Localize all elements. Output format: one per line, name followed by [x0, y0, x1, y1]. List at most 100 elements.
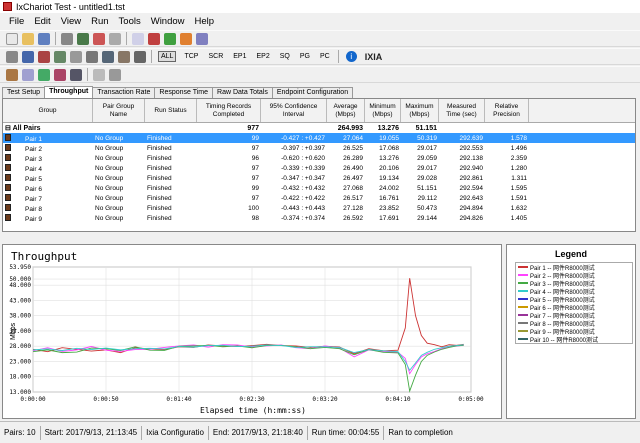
cell-group: No Group — [95, 184, 124, 192]
col-maximum[interactable]: Maximum (Mbps) — [401, 99, 439, 122]
add-pair-icon[interactable] — [22, 50, 34, 63]
cell-group: No Group — [95, 134, 124, 142]
stop-icon[interactable] — [93, 32, 105, 45]
cut-icon[interactable] — [148, 32, 160, 45]
y-tick-label: 53.950 — [9, 264, 31, 271]
chart-icon[interactable] — [118, 50, 130, 63]
tab-endpoint-config[interactable]: Endpoint Configuration — [271, 87, 354, 98]
run-icon[interactable] — [77, 32, 89, 45]
table-row[interactable]: Pair 7 No Group Finished 97 -0.422 : +0.422 2… — [3, 193, 635, 203]
legend-swatch — [518, 314, 528, 316]
legend-swatch — [518, 266, 528, 268]
new-icon[interactable] — [6, 32, 18, 45]
all-pairs-text: All Pairs — [12, 125, 41, 132]
group-icon[interactable] — [70, 50, 82, 63]
legend-swatch — [518, 338, 528, 340]
cell-time: 294.894 — [459, 204, 484, 212]
col-records[interactable]: Timing Records Completed — [197, 99, 261, 122]
cell-status: Finished — [147, 184, 172, 192]
print-icon[interactable] — [61, 32, 73, 45]
menu-view[interactable]: View — [56, 16, 86, 27]
save-icon[interactable] — [38, 32, 50, 45]
tab-test-setup[interactable]: Test Setup — [2, 87, 46, 98]
tab-transaction-rate[interactable]: Transaction Rate — [92, 87, 156, 98]
table-row[interactable]: Pair 5 No Group Finished 97 -0.347 : +0.347 2… — [3, 173, 635, 183]
cell-ci: -0.374 : +0.374 — [281, 214, 325, 222]
col-measured-time[interactable]: Measured Time (sec) — [439, 99, 485, 122]
protocol-ep2-button[interactable]: EP2 — [254, 52, 271, 61]
col-minimum[interactable]: Minimum (Mbps) — [365, 99, 401, 122]
menu-window[interactable]: Window — [146, 16, 190, 27]
zoom-icon[interactable] — [109, 68, 121, 81]
pair-icon[interactable] — [6, 50, 18, 63]
cell-prec: 2.359 — [510, 154, 527, 162]
tab-raw-data-totals[interactable]: Raw Data Totals — [212, 87, 273, 98]
col-pair-group[interactable]: Pair Group Name — [93, 99, 145, 122]
cell-group: No Group — [95, 204, 124, 212]
table-row[interactable]: Pair 3 No Group Finished 96 -0.620 : +0.620 2… — [3, 153, 635, 163]
all-pairs-row[interactable]: ⊟ All Pairs 977 264.993 13.276 51.151 — [3, 123, 635, 133]
table-row[interactable]: Pair 2 No Group Finished 97 -0.397 : +0.397 2… — [3, 143, 635, 153]
tab-throughput[interactable]: Throughput — [44, 86, 94, 98]
options-icon[interactable] — [134, 50, 146, 63]
protocol-scr-button[interactable]: SCR — [206, 52, 225, 61]
cell-pair: Pair 7 — [3, 193, 93, 203]
cell-time: 292.553 — [459, 144, 484, 152]
protocol-pc-button[interactable]: PC — [318, 52, 332, 61]
config-icon[interactable] — [70, 68, 82, 81]
cell-records: 98 — [251, 214, 259, 222]
col-precision[interactable]: Relative Precision — [485, 99, 529, 122]
abort-icon[interactable] — [109, 32, 121, 45]
step-icon[interactable] — [22, 68, 34, 81]
cell-pair: Pair 6 — [3, 183, 93, 193]
legend-swatch — [518, 282, 528, 284]
table-row[interactable]: Pair 6 No Group Finished 99 -0.432 : +0.432 2… — [3, 183, 635, 193]
delete-icon[interactable] — [180, 32, 192, 45]
paste-icon[interactable] — [164, 32, 176, 45]
find-icon[interactable] — [196, 32, 208, 45]
menu-run[interactable]: Run — [86, 16, 113, 27]
protocol-tcp-button[interactable]: TCP — [182, 52, 200, 61]
protocol-sq-button[interactable]: SQ — [278, 52, 292, 61]
table-row[interactable]: Pair 1 No Group Finished 99 -0.427 : +0.427 2… — [3, 133, 635, 143]
separator — [55, 32, 56, 45]
protocol-all-button[interactable]: ALL — [158, 51, 177, 62]
sort-icon[interactable] — [86, 50, 98, 63]
protocol-ep1-button[interactable]: EP1 — [231, 52, 248, 61]
info-icon[interactable]: i — [345, 51, 357, 62]
table-row[interactable]: Pair 9 No Group Finished 98 -0.374 : +0.374 2… — [3, 213, 635, 223]
cell-records: 99 — [251, 184, 259, 192]
cell-prec: 1.578 — [510, 134, 527, 142]
protocol-pg-button[interactable]: PG — [298, 52, 312, 61]
multicast-icon[interactable] — [38, 50, 50, 63]
view-icon[interactable] — [93, 68, 105, 81]
table-row[interactable]: Pair 8 No Group Finished 100 -0.443 : +0.443… — [3, 203, 635, 213]
table-row[interactable]: Pair 4 No Group Finished 97 -0.339 : +0.339 2… — [3, 163, 635, 173]
menu-tools[interactable]: Tools — [114, 16, 146, 27]
refresh-icon[interactable] — [38, 68, 50, 81]
cell-prec: 1.405 — [510, 214, 527, 222]
legend-item[interactable]: Pair 10 -- 网件R8000测试 — [516, 335, 632, 344]
status-bar: Pairs: 10 Start: 2017/9/13, 21:13:45 Ixi… — [0, 421, 640, 443]
cell-prec: 1.496 — [510, 144, 527, 152]
cell-records: 99 — [251, 134, 259, 142]
col-run-status[interactable]: Run Status — [145, 99, 197, 122]
cell-max: 50.319 — [417, 134, 437, 142]
pair-name: Pair 9 — [25, 215, 42, 223]
menu-help[interactable]: Help — [190, 16, 220, 27]
filter-icon[interactable] — [102, 50, 114, 63]
edit-pair-icon[interactable] — [54, 50, 66, 63]
open-icon[interactable] — [22, 32, 34, 45]
error-icon[interactable] — [54, 68, 66, 81]
menu-file[interactable]: File — [4, 16, 29, 27]
cell-time: 292.643 — [459, 194, 484, 202]
col-average[interactable]: Average (Mbps) — [327, 99, 365, 122]
tab-response-time[interactable]: Response Time — [154, 87, 214, 98]
col-group[interactable]: Group — [3, 99, 93, 122]
cell-group: No Group — [95, 144, 124, 152]
copy-icon[interactable] — [132, 32, 144, 45]
col-confidence[interactable]: 95% Confidence Interval — [261, 99, 327, 122]
run-test-icon[interactable] — [6, 68, 18, 81]
menu-edit[interactable]: Edit — [29, 16, 55, 27]
cell-pair: Pair 1 — [3, 133, 93, 143]
